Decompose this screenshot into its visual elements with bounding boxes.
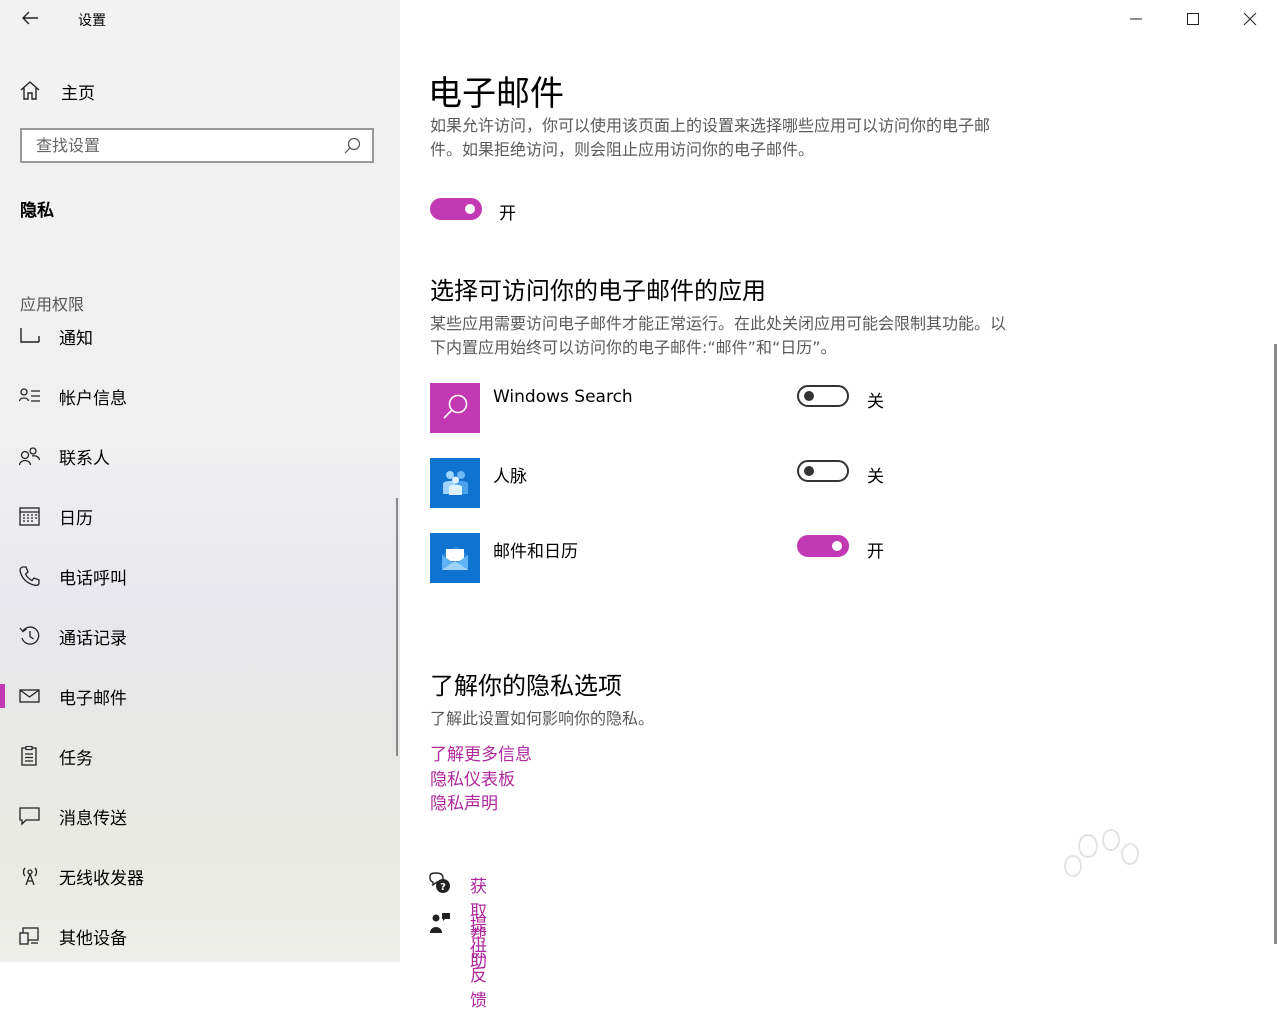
app-name: Windows Search (493, 387, 633, 407)
calendar-icon (19, 507, 40, 526)
app-title: 设置 (78, 13, 106, 29)
mail-calendar-app-icon (430, 533, 480, 583)
privacy-statement-link[interactable]: 隐私声明 (430, 789, 498, 814)
sidebar-item-label: 帐户信息 (59, 388, 127, 409)
sidebar-item-label: 电话呼叫 (59, 568, 127, 589)
sidebar-item-other-devices[interactable]: 其他设备 (0, 916, 390, 956)
sidebar-item-tasks[interactable]: 任务 (0, 736, 390, 776)
sidebar-item-contacts[interactable]: 联系人 (0, 436, 390, 476)
privacy-description: 了解此设置如何影响你的隐私。 (430, 709, 655, 728)
radio-icon (22, 867, 38, 886)
search-input[interactable] (22, 135, 342, 156)
page-title: 电子邮件 (428, 74, 564, 114)
sidebar-item-label: 无线收发器 (59, 868, 144, 889)
contacts-icon (19, 447, 41, 466)
other-devices-icon (19, 927, 39, 945)
feedback-link: 提供反馈 (470, 916, 487, 1011)
call-history-icon (19, 626, 40, 645)
search-box (20, 128, 374, 163)
toggle-knob (465, 204, 475, 214)
minimize-icon (1130, 18, 1142, 20)
help-chat-icon: ? (429, 872, 450, 893)
account-info-icon (19, 388, 40, 402)
toggle-knob (804, 466, 814, 476)
sidebar-item-label: 任务 (59, 748, 93, 769)
apps-heading: 选择可访问你的电子邮件的应用 (430, 277, 766, 305)
home-nav-item[interactable]: 主页 (18, 77, 95, 105)
close-icon (1243, 12, 1257, 26)
app-name: 邮件和日历 (493, 542, 578, 562)
people-app-icon (430, 458, 480, 508)
sidebar-item-account-info[interactable]: 帐户信息 (0, 376, 390, 416)
sidebar-item-label: 其他设备 (59, 928, 127, 949)
privacy-dashboard-link[interactable]: 隐私仪表板 (430, 765, 515, 790)
sidebar-item-label: 联系人 (59, 448, 110, 469)
close-button[interactable] (1222, 0, 1277, 38)
search-icon[interactable] (342, 136, 362, 156)
sidebar-item-label: 通话记录 (59, 628, 127, 649)
sidebar-item-call-history[interactable]: 通话记录 (0, 616, 390, 656)
sidebar-item-label: 日历 (59, 508, 93, 529)
intro-text: 如果允许访问，你可以使用该页面上的设置来选择哪些应用可以访问你的电子邮件。如果拒… (430, 116, 991, 159)
feedback-icon (430, 913, 450, 933)
sidebar-item-calendar[interactable]: 日历 (0, 496, 390, 536)
back-button[interactable] (18, 6, 42, 30)
mail-calendar-toggle[interactable] (797, 535, 849, 557)
main-content: 电子邮件 如果允许访问，你可以使用该页面上的设置来选择哪些应用可以访问你的电子邮… (400, 0, 1277, 1011)
toggle-knob (804, 391, 814, 401)
sidebar-scrollbar[interactable] (396, 498, 398, 756)
message-icon (19, 807, 40, 826)
sidebar-item-label: 消息传送 (59, 808, 127, 829)
back-arrow-icon (22, 11, 38, 25)
section-title-privacy: 隐私 (20, 201, 54, 221)
maximize-button[interactable] (1165, 0, 1221, 38)
sidebar-item-email[interactable]: 电子邮件 (0, 676, 390, 716)
mail-icon (19, 689, 40, 703)
people-toggle[interactable] (797, 460, 849, 482)
notification-icon (20, 328, 40, 343)
sidebar-item-messaging[interactable]: 消息传送 (0, 796, 390, 836)
learn-more-link[interactable]: 了解更多信息 (430, 740, 532, 765)
home-icon (20, 81, 40, 100)
apps-description: 某些应用需要访问电子邮件才能正常运行。在此处关闭应用可能会限制其功能。以下内置应… (430, 314, 1007, 357)
sidebar-item-phone-calls[interactable]: 电话呼叫 (0, 556, 390, 596)
sidebar-item-radios[interactable]: 无线收发器 (0, 856, 390, 896)
people-state: 关 (867, 467, 884, 487)
privacy-heading: 了解你的隐私选项 (430, 672, 622, 700)
selection-indicator (0, 684, 5, 708)
master-access-toggle[interactable] (430, 198, 482, 220)
mail-calendar-state: 开 (867, 542, 884, 562)
phone-icon (19, 566, 40, 586)
master-toggle-state: 开 (499, 204, 516, 224)
search-app-icon (430, 383, 480, 433)
svg-text:?: ? (440, 882, 446, 893)
sidebar-item-label: 电子邮件 (59, 688, 127, 709)
tasks-icon (21, 746, 37, 766)
maximize-icon (1187, 13, 1199, 25)
sidebar-item-notifications[interactable]: 通知 (0, 316, 390, 356)
sidebar-item-label: 通知 (59, 328, 93, 349)
sidebar: 设置 主页 隐私 应用权限 通知 帐户信息 (0, 0, 400, 962)
app-name: 人脉 (493, 467, 527, 487)
home-label: 主页 (61, 83, 95, 104)
windows-search-state: 关 (867, 392, 884, 412)
group-label-app-permissions: 应用权限 (20, 295, 85, 314)
toggle-knob (832, 541, 842, 551)
minimize-button[interactable] (1108, 0, 1164, 38)
windows-search-toggle[interactable] (797, 385, 849, 407)
watermark-logo (1064, 829, 1139, 877)
